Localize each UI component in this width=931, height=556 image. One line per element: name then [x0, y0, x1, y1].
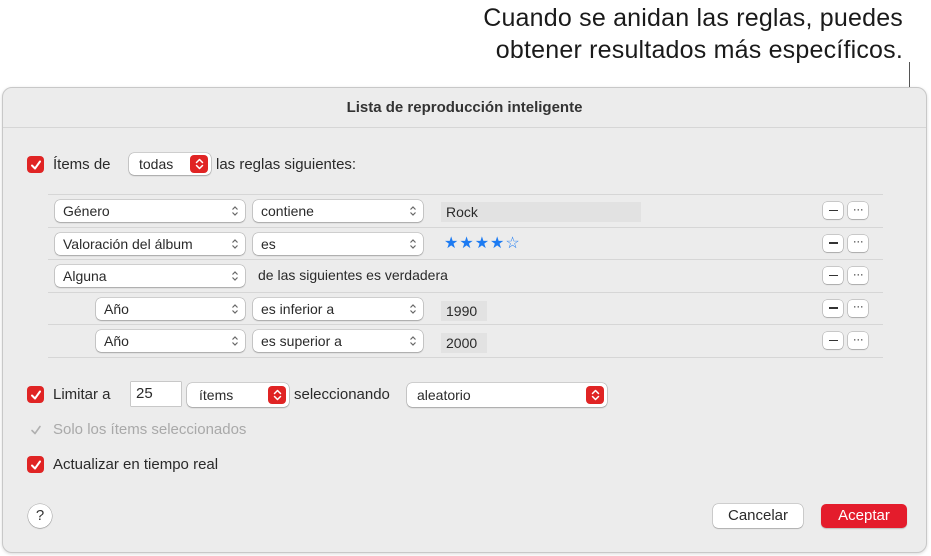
updown-chevron-icon — [410, 303, 416, 314]
more-rule-button[interactable]: ··· — [848, 202, 868, 219]
rule-row: Género contiene Rock ··· — [48, 195, 883, 228]
rule-group-text: de las siguientes es verdadera — [258, 267, 448, 283]
cancel-button[interactable]: Cancelar — [713, 504, 803, 528]
dialog-title: Lista de reproducción inteligente — [3, 88, 926, 128]
limit-unit-select[interactable]: ítems — [187, 383, 289, 407]
live-update-checkbox[interactable] — [27, 456, 44, 473]
callout-line-1: Cuando se anidan las reglas, puedes — [483, 4, 903, 32]
remove-rule-button[interactable] — [823, 267, 843, 284]
match-select-value: todas — [139, 156, 174, 172]
ok-button[interactable]: Aceptar — [821, 504, 907, 528]
help-button[interactable]: ? — [28, 504, 52, 528]
minus-icon — [828, 274, 838, 277]
updown-chevron-icon — [232, 238, 238, 249]
rule-field-value: Género — [63, 203, 110, 219]
match-suffix-label: las reglas siguientes: — [216, 156, 357, 173]
ellipsis-icon: ··· — [852, 266, 864, 281]
live-update-label: Actualizar en tiempo real — [53, 456, 219, 473]
updown-chevron-icon — [410, 238, 416, 249]
checkmark-icon — [30, 425, 41, 434]
rule-operator-value: es superior a — [261, 333, 342, 349]
limit-by-select[interactable]: aleatorio — [407, 383, 607, 407]
star-filled-icon[interactable]: ★ — [490, 235, 505, 252]
rule-operator-select[interactable]: es superior a — [253, 330, 423, 352]
rule-field-select[interactable]: Valoración del álbum — [55, 232, 245, 255]
rule-value-field[interactable]: Rock — [441, 202, 641, 222]
minus-icon — [828, 242, 838, 244]
remove-rule-button[interactable] — [823, 332, 843, 349]
checkmark-icon — [30, 460, 41, 469]
star-filled-icon[interactable]: ★ — [444, 235, 459, 252]
rules-list: Género contiene Rock ··· Valoración del … — [48, 194, 883, 358]
rule-operator-value: es inferior a — [261, 300, 335, 317]
rule-operator-value: es — [261, 235, 276, 252]
updown-chevron-icon — [410, 336, 416, 346]
limit-unit-value: ítems — [199, 387, 234, 403]
nested-rule-row: Año es superior a 2000 ··· — [48, 325, 883, 358]
updown-chevron-icon — [268, 386, 286, 404]
match-checkbox[interactable] — [27, 156, 44, 173]
star-filled-icon[interactable]: ★ — [459, 235, 474, 252]
rule-operator-select[interactable]: es inferior a — [253, 297, 423, 320]
rule-field-select[interactable]: Año — [96, 297, 245, 320]
ellipsis-icon: ··· — [852, 234, 864, 248]
star-filled-icon[interactable]: ★ — [475, 235, 490, 252]
callout-line-2: obtener resultados más específicos. — [495, 36, 903, 64]
nested-rule-row: Año es inferior a 1990 ··· — [48, 293, 883, 325]
minus-icon — [828, 339, 838, 342]
more-rule-button[interactable]: ··· — [848, 332, 868, 349]
rule-field-select[interactable]: Género — [55, 200, 245, 222]
rule-field-value: Alguna — [63, 268, 107, 284]
more-rule-button[interactable]: ··· — [848, 234, 868, 252]
rule-field-select[interactable]: Año — [96, 330, 245, 352]
rule-field-value: Valoración del álbum — [63, 235, 193, 252]
ellipsis-icon: ··· — [852, 299, 864, 313]
remove-rule-button[interactable] — [823, 299, 843, 317]
rule-value-field[interactable]: 1990 — [441, 300, 487, 321]
more-rule-button[interactable]: ··· — [848, 267, 868, 284]
updown-chevron-icon — [232, 303, 238, 314]
rule-group-row: Alguna de las siguientes es verdadera ··… — [48, 260, 883, 293]
remove-rule-button[interactable] — [823, 202, 843, 219]
limit-label: Limitar a — [53, 386, 111, 403]
match-prefix-label: Ítems de — [53, 156, 111, 173]
rule-operator-select[interactable]: contiene — [253, 200, 423, 222]
ellipsis-icon: ··· — [852, 331, 864, 346]
updown-chevron-icon — [232, 336, 238, 346]
only-selected-checkbox[interactable] — [27, 421, 44, 438]
minus-icon — [828, 307, 838, 309]
smart-playlist-dialog: Lista de reproducción inteligente Ítems … — [2, 87, 927, 553]
callout-text: Cuando se anidan las reglas, puedes obte… — [483, 2, 903, 66]
checkmark-icon — [30, 160, 41, 169]
limit-value-input[interactable]: 25 — [131, 382, 181, 406]
updown-chevron-icon — [586, 386, 604, 404]
only-selected-label: Solo los ítems seleccionados — [53, 421, 247, 438]
rule-rating-stars[interactable]: ★★★★☆ — [444, 233, 521, 253]
checkmark-icon — [30, 390, 41, 399]
rule-value-field[interactable]: 2000 — [441, 333, 487, 353]
rule-row: Valoración del álbum es ★★★★☆ ··· — [48, 228, 883, 260]
rule-field-value: Año — [104, 333, 129, 349]
minus-icon — [828, 209, 838, 212]
more-rule-button[interactable]: ··· — [848, 299, 868, 317]
rule-operator-select[interactable]: es — [253, 232, 423, 255]
updown-chevron-icon — [232, 206, 238, 216]
updown-chevron-icon — [190, 155, 208, 173]
limit-by-label: seleccionando — [294, 386, 390, 403]
match-select[interactable]: todas — [129, 153, 211, 175]
rule-operator-value: contiene — [261, 203, 314, 219]
remove-rule-button[interactable] — [823, 234, 843, 252]
rule-group-select[interactable]: Alguna — [55, 265, 245, 287]
updown-chevron-icon — [410, 206, 416, 216]
limit-checkbox[interactable] — [27, 386, 44, 403]
rule-field-value: Año — [104, 300, 129, 317]
limit-by-value: aleatorio — [417, 387, 471, 403]
star-empty-icon[interactable]: ☆ — [505, 235, 520, 252]
updown-chevron-icon — [232, 271, 238, 281]
ellipsis-icon: ··· — [852, 201, 864, 216]
